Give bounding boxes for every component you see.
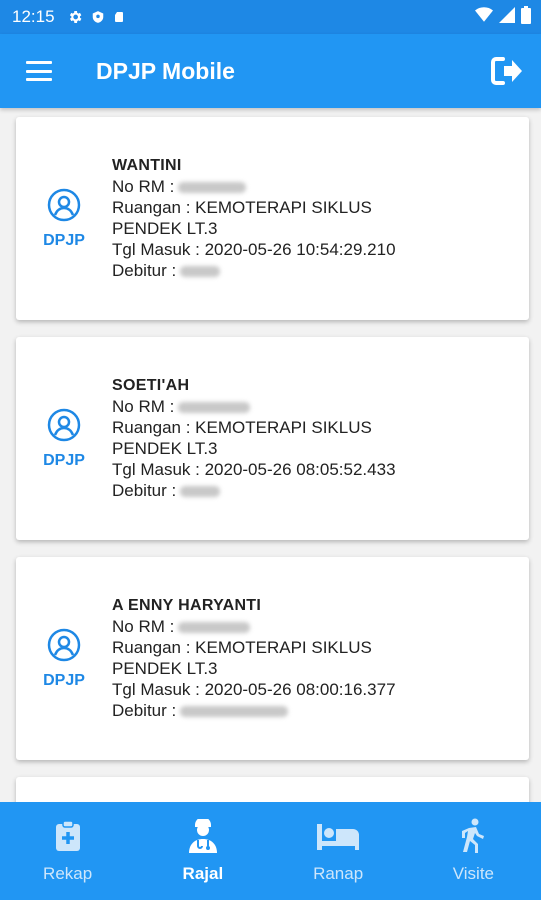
tgl-masuk: Tgl Masuk : 2020-05-26 10:54:29.210 <box>112 240 396 259</box>
battery-icon <box>521 5 531 29</box>
no-rm-redacted <box>178 182 247 194</box>
nav-label: Ranap <box>313 864 364 883</box>
dpjp-label: DPJP <box>43 671 85 689</box>
no-rm-row: No RM : <box>112 616 402 637</box>
patient-card[interactable]: DPJP SOETI'AH No RM : Ruangan : KEMOTERA… <box>16 337 529 540</box>
sd-card-icon <box>113 9 125 25</box>
tgl-masuk: Tgl Masuk : 2020-05-26 08:00:16.377 <box>112 680 396 699</box>
debitur-label: Debitur : <box>112 481 177 500</box>
patient-name: WANTINI <box>112 157 182 174</box>
no-rm-row: No RM : <box>112 396 402 417</box>
patient-list: DPJP WANTINI No RM : Ruangan : KEMOTERAP… <box>0 108 541 802</box>
user-circle-icon <box>47 628 81 661</box>
walking-icon <box>460 816 486 856</box>
dpjp-label: DPJP <box>43 231 85 249</box>
clipboard-plus-icon <box>55 816 81 856</box>
app-bar: DPJP Mobile <box>0 34 541 108</box>
nav-ranap[interactable]: Ranap <box>271 802 406 900</box>
debitur-row: Debitur : <box>112 700 402 721</box>
doctor-icon <box>187 816 219 856</box>
debitur-redacted <box>180 266 221 278</box>
ruangan: Ruangan : KEMOTERAPI SIKLUS PENDEK LT.3 <box>112 638 372 678</box>
tgl-masuk: Tgl Masuk : 2020-05-26 08:05:52.433 <box>112 460 396 479</box>
bottom-nav: Rekap Rajal Ranap Visite <box>0 802 541 900</box>
shield-icon <box>91 9 105 25</box>
dpjp-badge: DPJP <box>16 557 112 760</box>
no-rm-row: No RM : <box>112 176 402 197</box>
nav-rekap[interactable]: Rekap <box>0 802 135 900</box>
nav-label: Visite <box>452 864 494 883</box>
ruangan: Ruangan : KEMOTERAPI SIKLUS PENDEK LT.3 <box>112 198 372 238</box>
no-rm-redacted <box>178 402 251 414</box>
debitur-label: Debitur : <box>112 261 177 280</box>
logout-icon[interactable] <box>487 51 527 91</box>
gear-icon <box>67 9 83 25</box>
status-bar: 12:15 <box>0 0 541 34</box>
wifi-icon <box>475 6 493 28</box>
no-rm-redacted <box>178 622 251 634</box>
debitur-redacted <box>180 486 221 498</box>
patient-card[interactable]: DPJP WANTINI No RM : Ruangan : KEMOTERAP… <box>16 117 529 320</box>
debitur-row: Debitur : <box>112 260 402 281</box>
user-circle-icon <box>47 408 81 441</box>
app-title: DPJP Mobile <box>96 57 235 84</box>
no-rm-label: No RM : <box>112 617 175 636</box>
status-time: 12:15 <box>12 7 55 26</box>
dpjp-label: DPJP <box>43 451 85 469</box>
patient-name: A ENNY HARYANTI <box>112 597 262 614</box>
bed-icon <box>317 816 360 856</box>
nav-visite[interactable]: Visite <box>406 802 541 900</box>
signal-icon <box>499 6 515 28</box>
dpjp-badge: DPJP <box>16 337 112 540</box>
debitur-redacted <box>180 706 289 718</box>
patient-card[interactable]: DPJP A ENNY HARYANTI No RM : Ruangan : K… <box>16 557 529 760</box>
dpjp-badge: DPJP <box>16 117 112 320</box>
nav-label: Rajal <box>182 864 224 883</box>
user-circle-icon <box>47 188 81 221</box>
debitur-row: Debitur : <box>112 480 402 501</box>
debitur-label: Debitur : <box>112 701 177 720</box>
ruangan: Ruangan : KEMOTERAPI SIKLUS PENDEK LT.3 <box>112 418 372 458</box>
menu-icon[interactable] <box>26 61 52 81</box>
no-rm-label: No RM : <box>112 177 175 196</box>
nav-rajal[interactable]: Rajal <box>135 802 270 900</box>
patient-card[interactable] <box>16 777 529 802</box>
no-rm-label: No RM : <box>112 397 175 416</box>
patient-name: SOETI'AH <box>112 377 190 394</box>
nav-label: Rekap <box>43 864 93 883</box>
